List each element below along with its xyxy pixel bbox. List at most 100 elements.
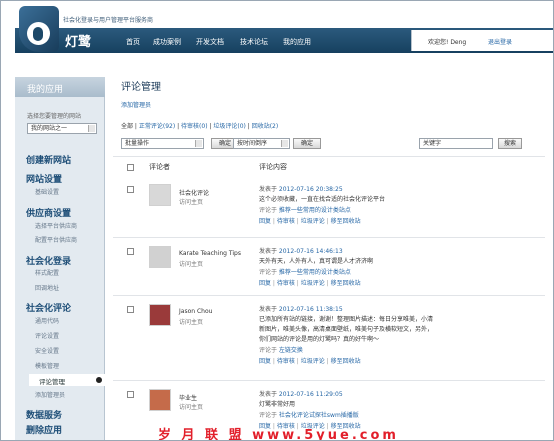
sidebar-item[interactable]: 配置平台供应商 [35,235,77,244]
row-actions: 回复 | 待审核 | 垃圾评论 | 移至回收站 [259,216,361,225]
target-link[interactable]: 社会化评论试探社swm插播版 [279,412,359,419]
target-link[interactable]: 推荐一些常用的设计类站点 [279,207,351,214]
row-checkbox[interactable] [127,186,134,193]
chevron-down-icon [281,140,288,147]
action-link[interactable]: 回复 [259,358,271,365]
brand-name[interactable]: 灯鹭 [65,31,91,50]
nav-home[interactable]: 首页 [126,37,140,47]
filter-link[interactable]: 垃圾评论(0) [213,123,246,130]
comment-time: 发表于 2012-07-16 11:38:15 [259,304,343,313]
avatar [149,389,171,411]
row-divider [113,295,545,296]
action-link[interactable]: 垃圾评论 [301,358,325,365]
row-checkbox[interactable] [127,306,134,313]
sidebar-item[interactable]: 通用代码 [35,316,59,325]
add-admin-link[interactable]: 添加管理员 [121,100,151,109]
published-prefix: 发表于 [259,186,279,193]
welcome-text: 欢迎您! Deng [428,39,467,46]
bulk-action-select[interactable]: 批量操作 [121,138,204,149]
action-link[interactable]: 垃圾评论 [301,280,325,287]
nav-myapps[interactable]: 我的应用 [283,37,311,47]
nav-cases[interactable]: 成功案例 [153,37,181,47]
published-time[interactable]: 2012-07-16 14:46:13 [279,248,343,255]
sidebar-item[interactable]: 供应商设置 [26,206,71,219]
comment-time: 发表于 2012-07-16 11:29:05 [259,389,343,398]
sidebar-item[interactable]: 模板管理 [35,361,59,370]
comment-target: 评论于 社会化评论试探社swm插播版 [259,410,359,419]
row-checkbox[interactable] [127,391,134,398]
published-time[interactable]: 2012-07-16 11:38:15 [279,306,343,313]
published-time[interactable]: 2012-07-16 20:38:25 [279,186,343,193]
commenter-name[interactable]: Karate Teaching Tips [179,250,241,257]
comment-text: 已添加所有站的链接，谢谢！整理图片描述：每日分享唯美，小清 [259,316,434,323]
filter-link[interactable]: 全部 [121,123,133,130]
row-divider [113,237,545,238]
sidebar-item[interactable]: 添加管理员 [35,390,65,399]
logo-icon[interactable] [19,6,59,52]
filter-link[interactable]: 回收站(2) [252,123,279,130]
visit-home-link[interactable]: 访问主页 [179,317,203,326]
sort-select[interactable]: 按时间倒序 [233,138,290,149]
sidebar-item[interactable]: 删除应用 [26,423,62,436]
action-link[interactable]: 待审核 [277,218,295,225]
row-actions: 回复 | 待审核 | 垃圾评论 | 移至回收站 [259,278,361,287]
visit-home-link[interactable]: 访问主页 [179,197,203,206]
sidebar-item-active[interactable]: 评论管理 [29,374,105,386]
row-actions: 回复 | 待审核 | 垃圾评论 | 移至回收站 [259,356,361,365]
action-link[interactable]: 移至回收站 [331,280,361,287]
action-link[interactable]: 回复 [259,218,271,225]
chevron-right-icon [96,377,102,383]
logout-link[interactable]: 退出登录 [488,37,512,46]
comment-text: 你们网站的评论是用的灯鹭吗？真的好牛啊～ [259,336,380,343]
sidebar-item[interactable]: 选择平台供应商 [35,221,77,230]
select-all-checkbox[interactable] [127,164,134,171]
action-link[interactable]: 移至回收站 [331,218,361,225]
comment-target: 评论于 推荐一些常用的设计类站点 [259,205,351,214]
comment-target: 评论于 左链交换 [259,345,303,354]
published-prefix: 发表于 [259,306,279,313]
watermark: 岁 月 联 盟 www.5yue.com [158,428,399,441]
comment-text: 灯鹭非常好用 [259,401,296,408]
nav-docs[interactable]: 开发文档 [196,37,224,47]
site-select-value: 我的网站之一 [31,125,68,132]
sidebar-item[interactable]: 基础设置 [35,187,59,196]
visit-home-link[interactable]: 访问主页 [179,259,203,268]
comment-on-prefix: 评论于 [259,207,279,214]
sidebar-item[interactable]: 网站设置 [26,172,62,185]
sidebar-item[interactable]: 社会化评论 [26,301,71,314]
commenter-name[interactable]: 毕业生 [179,393,197,402]
site-select[interactable]: 我的网站之一 [27,123,97,134]
published-time[interactable]: 2012-07-16 11:29:05 [279,391,343,398]
action-link[interactable]: 移至回收站 [331,358,361,365]
published-prefix: 发表于 [259,391,279,398]
sidebar-item[interactable]: 创建新网站 [26,153,71,166]
filter-link[interactable]: 正常评论(92) [139,123,175,130]
filter-link[interactable]: 待审核(0) [181,123,208,130]
action-link[interactable]: 回复 [259,280,271,287]
comment-text: 新图片，唯美头像，高清桌面壁纸，唯美句子及横软短文，另外， [259,326,434,333]
row-checkbox[interactable] [127,248,134,255]
target-link[interactable]: 推荐一些常用的设计类站点 [279,269,351,276]
sidebar-item[interactable]: 评论设置 [35,331,59,340]
sidebar: 我的应用 选择您要管理的网站 我的网站之一 创建新网站 网站设置 基础设置 供应商设置… [15,77,105,440]
comment-text: 天外有天，人外有人，真可谓是人才济济啊 [259,258,374,265]
user-box: 欢迎您! Deng 退出登录 [411,30,553,51]
sort-value: 按时间倒序 [237,140,268,147]
search-button[interactable]: 搜索 [498,138,522,149]
commenter-name[interactable]: 社会化评论 [179,188,209,197]
sort-confirm-button[interactable]: 确定 [293,138,321,149]
sidebar-item[interactable]: 样式配置 [35,268,59,277]
sidebar-item[interactable]: 安全设置 [35,346,59,355]
sidebar-item[interactable]: 数据服务 [26,408,62,421]
search-input[interactable]: 关键字 [419,138,493,149]
nav-forum[interactable]: 技术论坛 [240,37,268,47]
visit-home-link[interactable]: 访问主页 [179,402,203,411]
sidebar-item[interactable]: 回调地址 [35,283,59,292]
action-link[interactable]: 垃圾评论 [301,218,325,225]
comment-text: 这个必须收藏，一直在找合适的社会化评论平台 [259,196,386,203]
action-link[interactable]: 待审核 [277,280,295,287]
commenter-name[interactable]: Jason Chou [179,308,212,315]
target-link[interactable]: 左链交换 [279,347,303,354]
sidebar-item[interactable]: 社会化登录 [26,254,71,267]
action-link[interactable]: 待审核 [277,358,295,365]
